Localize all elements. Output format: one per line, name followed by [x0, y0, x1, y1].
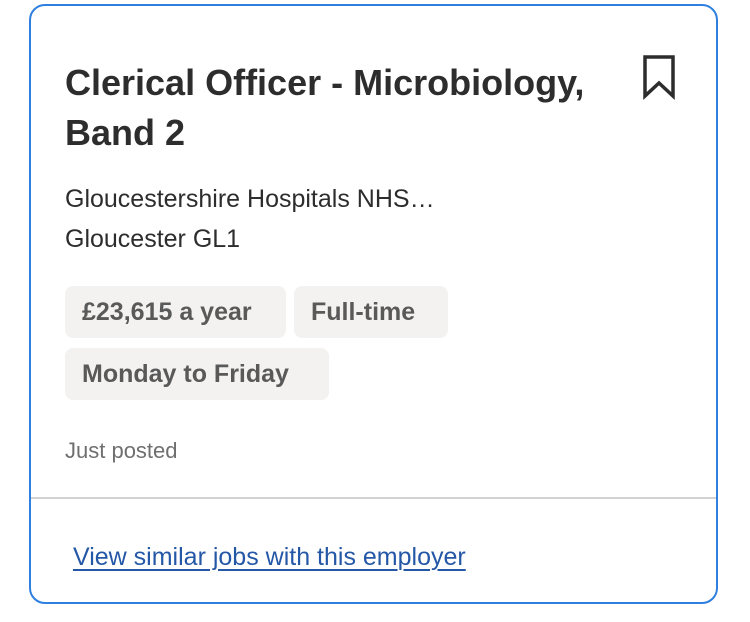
save-job-button[interactable] [639, 54, 679, 101]
salary-tag: £23,615 a year [65, 286, 286, 338]
bookmark-icon [643, 55, 675, 101]
job-type-tag: Full-time [294, 286, 448, 338]
job-title[interactable]: Clerical Officer - Microbiology, Band 2 [65, 58, 605, 158]
job-card[interactable]: Clerical Officer - Microbiology, Band 2 … [29, 4, 718, 604]
job-location: Gloucester GL1 [65, 225, 241, 253]
schedule-tag: Monday to Friday [65, 348, 329, 400]
view-similar-jobs-link[interactable]: View similar jobs with this employer [73, 537, 466, 577]
posted-date: Just posted [65, 438, 178, 463]
company-name: Gloucestershire Hospitals NHS… [65, 185, 435, 213]
job-card-body[interactable]: Clerical Officer - Microbiology, Band 2 … [31, 6, 716, 496]
card-divider [31, 497, 716, 499]
